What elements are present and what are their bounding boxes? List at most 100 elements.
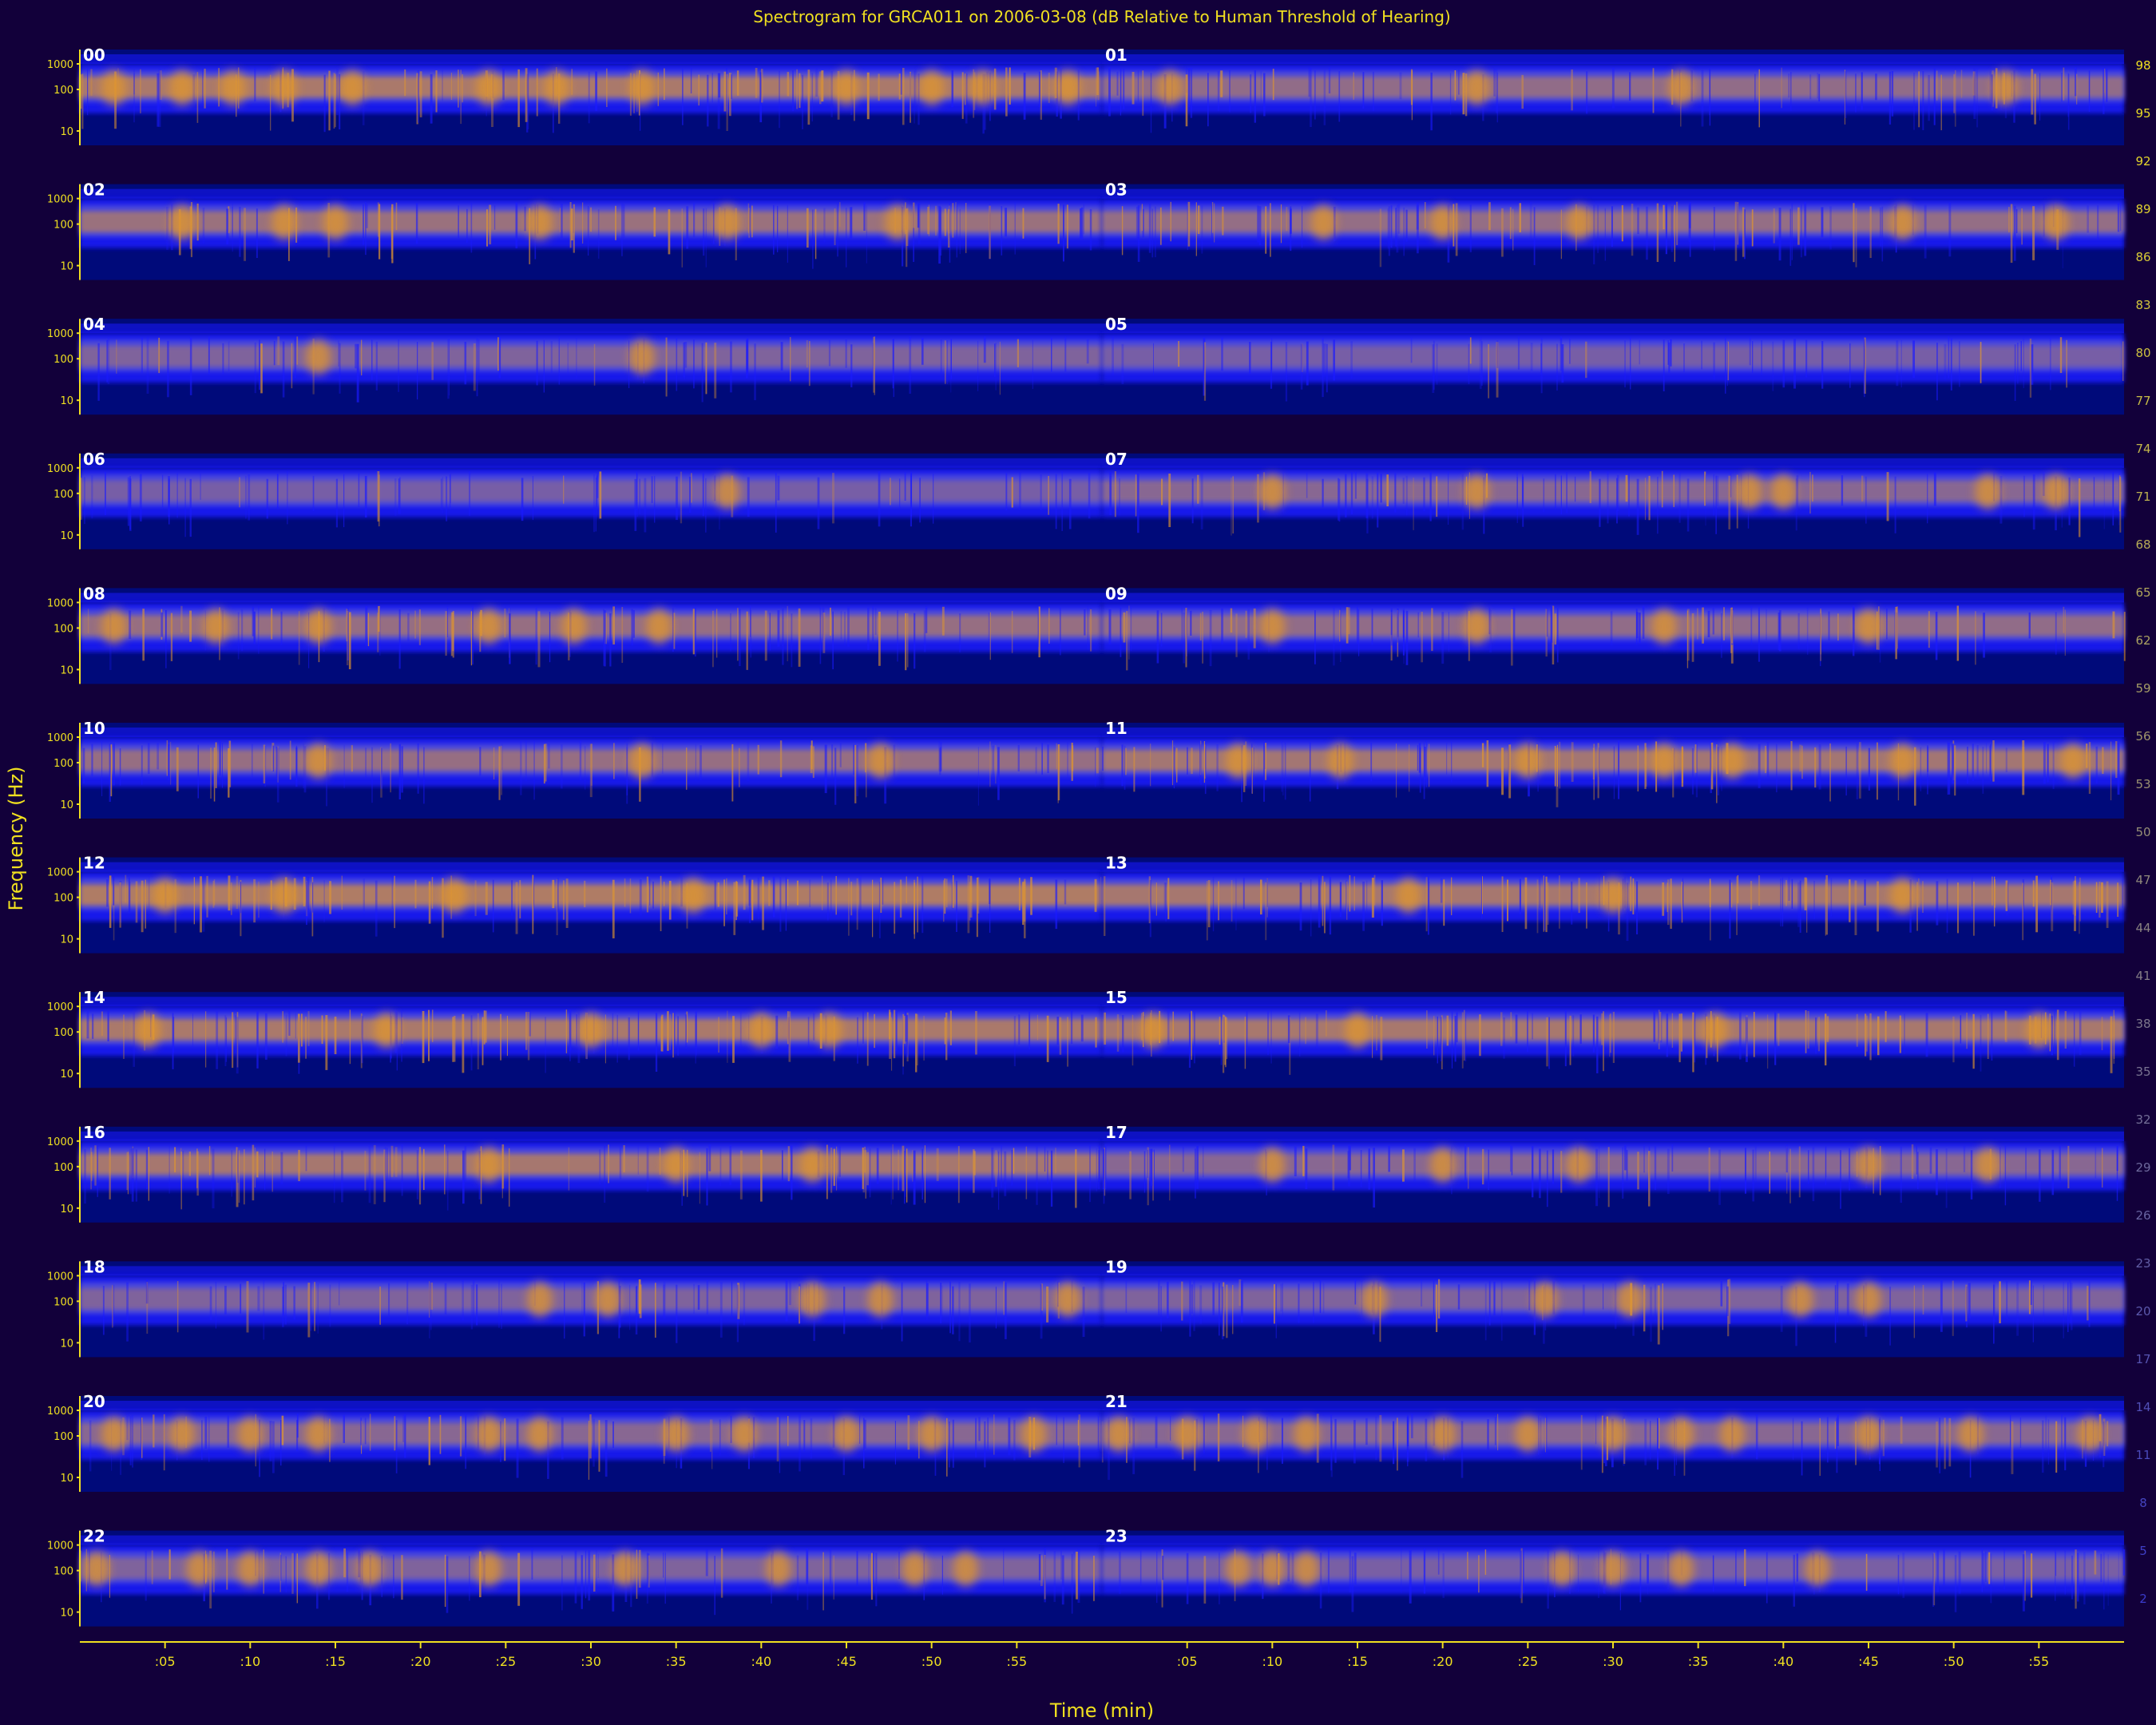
energy-streak — [367, 613, 370, 647]
energy-streak — [1207, 73, 1209, 127]
energy-streak — [683, 342, 685, 378]
energy-streak — [1637, 207, 1639, 235]
energy-streak — [1057, 204, 1060, 244]
energy-streak — [1423, 477, 1425, 512]
energy-streak — [193, 877, 195, 925]
energy-streak — [776, 1417, 779, 1461]
energy-streak — [693, 1283, 695, 1314]
energy-streak — [1773, 208, 1775, 244]
energy-streak — [1849, 1148, 1851, 1191]
energy-streak — [898, 1149, 899, 1191]
energy-streak — [1494, 1417, 1496, 1445]
hour-label: 06 — [83, 450, 105, 469]
energy-streak — [305, 1017, 307, 1059]
energy-streak — [92, 1013, 94, 1039]
energy-streak — [1082, 1287, 1085, 1337]
energy-streak — [2107, 1554, 2109, 1606]
upper-noise-band — [1102, 188, 2124, 199]
energy-streak — [445, 611, 447, 656]
energy-streak — [893, 1009, 896, 1059]
spectrogram-row: 18 19100010010 — [47, 1257, 2124, 1358]
energy-streak — [791, 1145, 793, 1200]
energy-streak — [1643, 1144, 1645, 1173]
energy-streak — [1717, 747, 1719, 795]
energy-streak — [1947, 741, 1948, 795]
energy-streak — [1057, 744, 1059, 803]
energy-streak — [672, 1013, 674, 1058]
sound-event — [1294, 1417, 1319, 1452]
energy-streak — [102, 1286, 105, 1335]
energy-streak — [1104, 1144, 1107, 1190]
energy-streak — [923, 1016, 925, 1061]
energy-streak — [1545, 876, 1548, 933]
energy-streak — [1176, 748, 1178, 783]
energy-streak — [1922, 881, 1924, 913]
energy-streak — [750, 605, 751, 637]
sound-event — [271, 70, 297, 105]
energy-streak — [298, 611, 300, 665]
energy-streak — [240, 882, 242, 914]
energy-streak — [1191, 1284, 1193, 1314]
energy-streak — [1041, 743, 1043, 775]
energy-streak — [2031, 1553, 2033, 1598]
energy-streak — [1410, 69, 1413, 105]
energy-streak — [296, 1419, 299, 1451]
energy-streak — [1354, 1279, 1357, 1305]
energy-streak — [545, 1017, 546, 1073]
energy-streak — [925, 606, 928, 633]
energy-streak — [1501, 876, 1504, 932]
energy-streak — [346, 610, 349, 666]
energy-streak — [969, 1283, 971, 1342]
energy-streak — [1333, 605, 1335, 666]
energy-streak — [1680, 1013, 1682, 1052]
energy-streak — [2029, 339, 2032, 398]
energy-streak — [2049, 337, 2051, 391]
energy-streak — [460, 69, 462, 125]
energy-streak — [1460, 1421, 1464, 1478]
energy-streak — [1522, 476, 1524, 527]
energy-streak — [854, 744, 857, 803]
energy-streak — [1137, 70, 1139, 102]
energy-streak — [1064, 336, 1067, 372]
energy-streak — [787, 72, 790, 97]
energy-streak — [1181, 607, 1183, 644]
energy-streak — [1632, 878, 1635, 914]
energy-streak — [563, 475, 565, 504]
energy-streak — [2055, 1421, 2058, 1473]
sound-event — [2077, 1417, 2103, 1452]
energy-streak — [830, 71, 833, 117]
energy-streak — [1047, 744, 1049, 774]
energy-streak — [919, 478, 921, 523]
energy-streak — [1530, 343, 1533, 371]
energy-streak — [1610, 611, 1613, 645]
energy-streak — [2093, 477, 2095, 510]
energy-streak — [1780, 878, 1782, 927]
energy-streak — [439, 1414, 442, 1454]
energy-streak — [351, 745, 353, 772]
energy-streak — [119, 882, 121, 928]
energy-streak — [1999, 1281, 2001, 1323]
energy-streak — [1199, 1285, 1203, 1324]
energy-streak — [84, 1148, 86, 1204]
energy-streak — [2120, 203, 2122, 232]
spectrogram-row: 12 13100010010 — [47, 854, 2124, 954]
energy-streak — [248, 474, 251, 521]
energy-streak — [390, 743, 391, 793]
energy-streak — [1158, 1279, 1160, 1315]
energy-streak — [1729, 879, 1731, 939]
band-energy — [1102, 750, 2124, 771]
energy-streak — [2020, 341, 2022, 371]
energy-streak — [504, 1418, 506, 1461]
energy-streak — [251, 744, 253, 778]
energy-streak — [1263, 73, 1266, 117]
energy-streak — [856, 878, 858, 930]
energy-streak — [1005, 67, 1008, 117]
energy-streak — [812, 209, 814, 269]
energy-streak — [1037, 606, 1039, 648]
energy-streak — [141, 337, 143, 374]
energy-streak — [329, 1284, 331, 1327]
sound-event — [1600, 878, 1626, 914]
energy-streak — [828, 339, 831, 367]
energy-streak — [1017, 339, 1019, 367]
energy-streak — [527, 1012, 530, 1061]
